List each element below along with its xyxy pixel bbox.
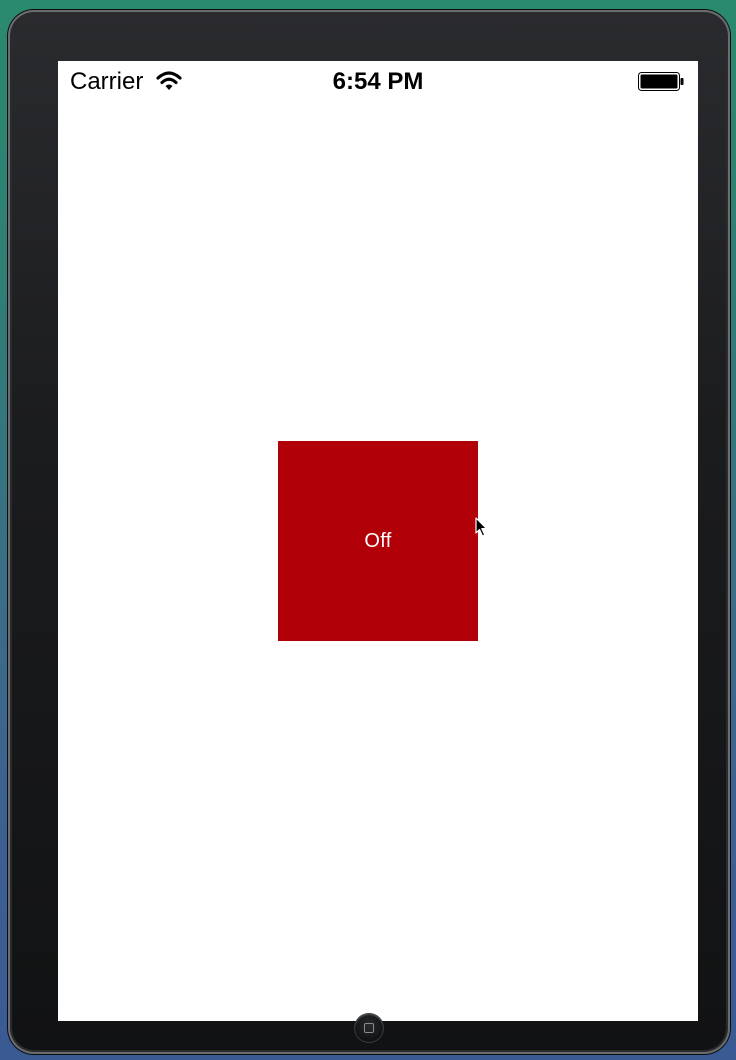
home-button-icon [364,1023,374,1033]
status-time: 6:54 PM [332,68,424,95]
status-bar: Carrier 6:54 PM [58,61,698,101]
toggle-button[interactable]: Off [278,441,478,641]
device-screen: Carrier 6:54 PM Off [58,61,698,1021]
toggle-label: Off [364,529,392,552]
battery-icon [638,72,684,91]
home-button[interactable] [355,1014,383,1042]
device-frame: Carrier 6:54 PM Off [8,10,730,1054]
mouse-pointer-icon [475,517,488,537]
